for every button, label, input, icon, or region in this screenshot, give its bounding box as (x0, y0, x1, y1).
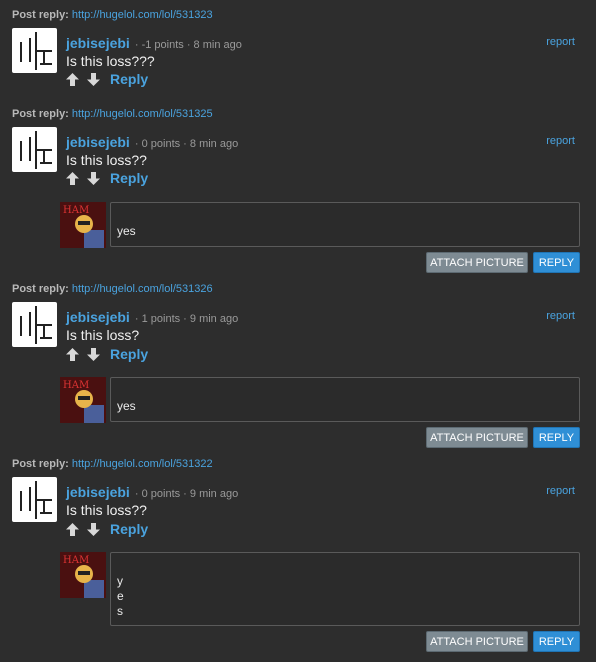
loss-avatar-icon[interactable] (12, 127, 57, 172)
upvote-arrow-icon[interactable] (66, 171, 79, 185)
reply-link[interactable]: Reply (110, 71, 148, 87)
post-reply-label: Post reply: (12, 283, 69, 295)
comment-text: Is this loss? (66, 327, 140, 343)
comment-actions: Reply (66, 521, 148, 537)
points-time: · -1 points · 8 min ago (134, 39, 242, 51)
post-reply-label: Post reply: (12, 9, 69, 21)
comment-actions: Reply (66, 346, 148, 362)
user-picture: HAM (60, 552, 106, 598)
comment-actions: Reply (66, 170, 148, 186)
reply-textarea[interactable]: yes (110, 377, 580, 437)
points-time: · 1 points · 9 min ago (134, 313, 239, 325)
comment-meta: jebisejebi · 1 points · 9 min ago (66, 309, 238, 325)
report-link[interactable]: report (546, 135, 575, 147)
attach-picture-button[interactable]: ATTACH PICTURE (426, 427, 528, 448)
svg-text:HAM: HAM (63, 380, 89, 391)
user-picture: HAM (60, 202, 106, 248)
comment-text: Is this loss?? (66, 152, 147, 168)
loss-avatar-icon[interactable] (12, 302, 57, 347)
attach-picture-button[interactable]: ATTACH PICTURE (426, 252, 528, 273)
reply-submit-button[interactable]: REPLY (533, 631, 580, 652)
loss-avatar-icon[interactable] (12, 28, 57, 73)
comment-actions: Reply (66, 71, 148, 87)
reply-text: yes (117, 224, 136, 238)
username[interactable]: jebisejebi (66, 309, 130, 325)
upvote-arrow-icon[interactable] (66, 347, 79, 361)
upvote-arrow-icon[interactable] (66, 522, 79, 536)
points-time: · 0 points · 8 min ago (134, 138, 239, 150)
username[interactable]: jebisejebi (66, 134, 130, 150)
reply-textarea[interactable]: y e s (110, 552, 580, 641)
comment-meta: jebisejebi · 0 points · 9 min ago (66, 484, 238, 500)
username[interactable]: jebisejebi (66, 484, 130, 500)
reply-link[interactable]: Reply (110, 521, 148, 537)
attach-picture-button[interactable]: ATTACH PICTURE (426, 631, 528, 652)
reply-link[interactable]: Reply (110, 346, 148, 362)
report-link[interactable]: report (546, 485, 575, 497)
post-reply-line: Post reply: http://hugelol.com/lol/53132… (12, 108, 213, 120)
post-link[interactable]: http://hugelol.com/lol/531322 (72, 458, 213, 470)
loss-avatar-icon[interactable] (12, 477, 57, 522)
reply-textarea[interactable]: yes (110, 202, 580, 262)
resize-grip-icon[interactable] (569, 615, 577, 641)
reply-text: y e s (117, 574, 124, 618)
resize-grip-icon[interactable] (569, 236, 577, 262)
report-link[interactable]: report (546, 36, 575, 48)
comment-text: Is this loss??? (66, 53, 155, 69)
reply-text: yes (117, 399, 136, 413)
post-reply-line: Post reply: http://hugelol.com/lol/53132… (12, 9, 213, 21)
downvote-arrow-icon[interactable] (87, 72, 100, 86)
post-reply-label: Post reply: (12, 108, 69, 120)
points-time: · 0 points · 9 min ago (134, 488, 239, 500)
report-link[interactable]: report (546, 310, 575, 322)
resize-grip-icon[interactable] (569, 411, 577, 437)
post-link[interactable]: http://hugelol.com/lol/531325 (72, 108, 213, 120)
reply-link[interactable]: Reply (110, 170, 148, 186)
post-reply-line: Post reply: http://hugelol.com/lol/53132… (12, 458, 213, 470)
post-reply-label: Post reply: (12, 458, 69, 470)
svg-text:HAM: HAM (63, 555, 89, 566)
user-picture: HAM (60, 377, 106, 423)
svg-text:HAM: HAM (63, 205, 89, 216)
downvote-arrow-icon[interactable] (87, 522, 100, 536)
upvote-arrow-icon[interactable] (66, 72, 79, 86)
post-link[interactable]: http://hugelol.com/lol/531323 (72, 9, 213, 21)
downvote-arrow-icon[interactable] (87, 171, 100, 185)
comment-meta: jebisejebi · -1 points · 8 min ago (66, 35, 242, 51)
reply-submit-button[interactable]: REPLY (533, 252, 580, 273)
username[interactable]: jebisejebi (66, 35, 130, 51)
downvote-arrow-icon[interactable] (87, 347, 100, 361)
comment-text: Is this loss?? (66, 502, 147, 518)
post-link[interactable]: http://hugelol.com/lol/531326 (72, 283, 213, 295)
reply-submit-button[interactable]: REPLY (533, 427, 580, 448)
post-reply-line: Post reply: http://hugelol.com/lol/53132… (12, 283, 213, 295)
comment-meta: jebisejebi · 0 points · 8 min ago (66, 134, 238, 150)
